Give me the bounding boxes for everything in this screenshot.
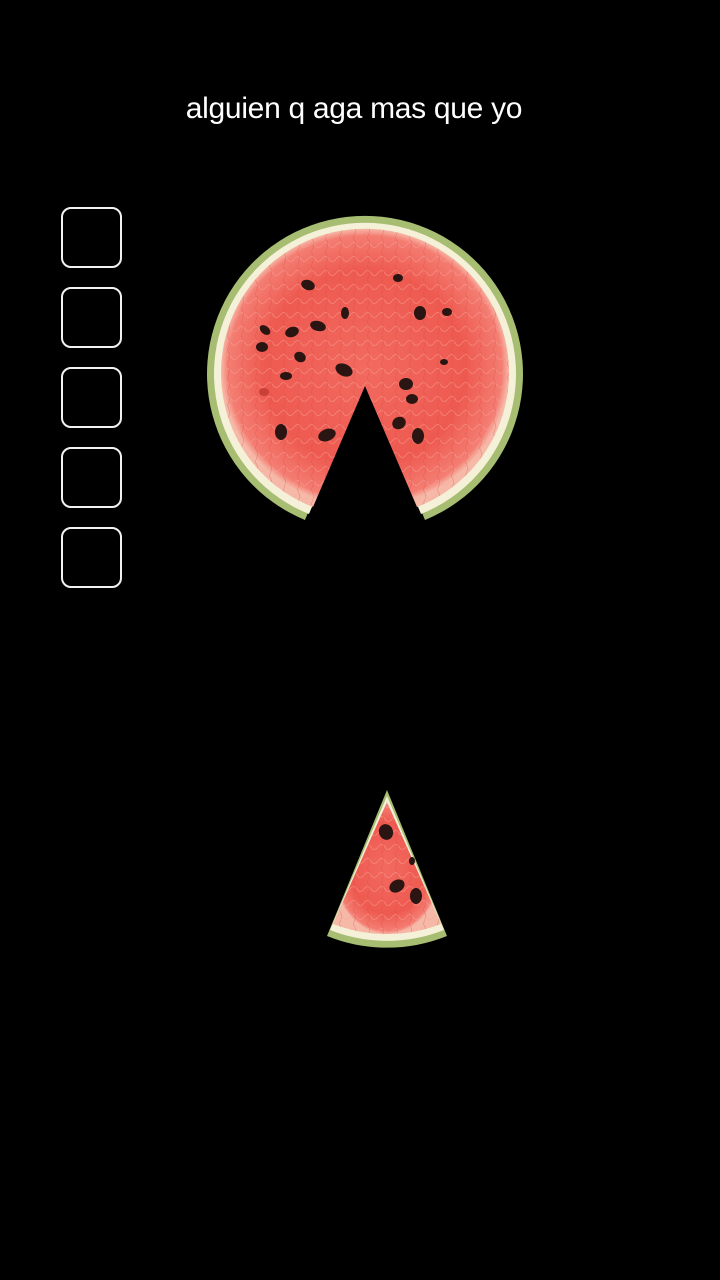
watermelon-whole [206, 215, 523, 521]
watermelon-slice[interactable] [327, 790, 447, 948]
game-scene [206, 215, 523, 948]
